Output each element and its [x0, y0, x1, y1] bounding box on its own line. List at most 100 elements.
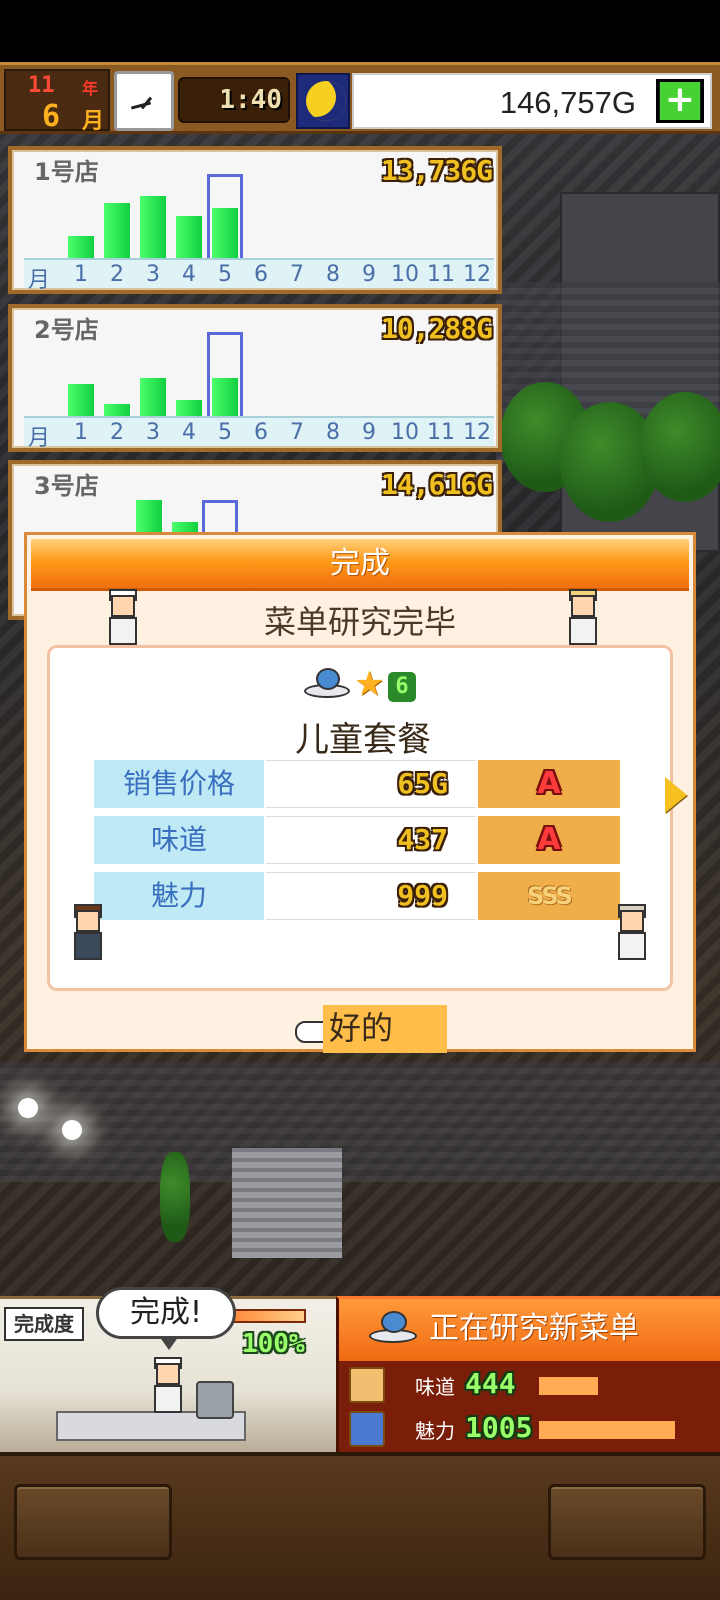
- month-axis-label: 月: [28, 426, 51, 451]
- sales-bar: [140, 196, 166, 258]
- stat-value: 999: [266, 872, 476, 920]
- month-tick-label: 2: [110, 262, 124, 287]
- tree: [640, 392, 720, 502]
- month-unit: 月: [82, 109, 105, 134]
- stat-grade: A: [478, 816, 620, 864]
- character-head: [76, 910, 100, 932]
- monthly-sales-chart: [24, 158, 494, 286]
- store-name: 3号店: [34, 472, 99, 500]
- left-menu-button[interactable]: [14, 1484, 172, 1560]
- clock-icon: [114, 71, 174, 131]
- month-tick-label: 6: [254, 420, 268, 445]
- month-tick-label: 8: [326, 420, 340, 445]
- kitchen-scene: 完成度 100% 完成!: [0, 1287, 336, 1452]
- store-sales-panel[interactable]: 1号店 13,736G 月 1 2 3 4 5 6 7 8 9 10 11 12: [8, 146, 502, 294]
- month-tick-label: 5: [218, 262, 232, 287]
- month-tick-label: 12: [463, 420, 491, 445]
- dish-rank-row: ★ 6: [50, 664, 676, 708]
- stat-label: 魅力: [94, 872, 264, 920]
- customer-character: [610, 904, 654, 962]
- shop-shutter: [232, 1148, 342, 1258]
- research-stat-bar: [539, 1377, 598, 1395]
- dish-icon: [302, 666, 352, 702]
- character-head: [156, 1363, 180, 1385]
- taste-icon: [349, 1367, 385, 1403]
- add-money-button[interactable]: +: [656, 79, 704, 123]
- month-tick-label: 3: [146, 420, 160, 445]
- progress-percent: 100%: [242, 1329, 305, 1359]
- sales-bar: [68, 384, 94, 416]
- month-tick-label: 10: [391, 420, 419, 445]
- stat-grade: A: [478, 760, 620, 808]
- research-stat-taste: 味道 444: [339, 1363, 720, 1407]
- month-axis: 月 1 2 3 4 5 6 7 8 9 10 11 12: [24, 258, 494, 293]
- progress-label: 完成度: [4, 1307, 84, 1341]
- right-menu-button[interactable]: [548, 1484, 706, 1560]
- month-tick-label: 7: [290, 420, 304, 445]
- rooftop: [0, 1062, 720, 1182]
- character-body: [569, 617, 597, 645]
- month-axis: 月 1 2 3 4 5 6 7 8 9 10 11 12: [24, 416, 494, 451]
- chef-character: [561, 589, 605, 647]
- research-stat-charm: 魅力 1005: [339, 1407, 720, 1451]
- street-lamp: [62, 1120, 82, 1140]
- dish-icon: [367, 1309, 419, 1349]
- character-body: [154, 1385, 182, 1413]
- month-tick-label: 2: [110, 420, 124, 445]
- research-status-area: 完成度 100% 完成! 正在研究新菜单 味道 444 魅力 1005: [0, 1287, 720, 1452]
- time-of-day-indicator[interactable]: [296, 73, 350, 129]
- character-body: [74, 932, 102, 960]
- stat-value: 437: [266, 816, 476, 864]
- stat-row-price: 销售价格 65G A: [94, 760, 620, 810]
- month-tick-label: 9: [362, 262, 376, 287]
- dish-name: 儿童套餐: [295, 720, 431, 760]
- month-tick-label: 10: [391, 262, 419, 287]
- year-unit: 年: [82, 79, 99, 98]
- research-stat-value: 1005: [465, 1411, 533, 1444]
- character-head: [620, 910, 644, 932]
- sales-bar: [68, 236, 94, 258]
- sales-bar: [104, 203, 130, 258]
- month-tick-label: 1: [74, 262, 88, 287]
- stat-grade: SSS: [478, 872, 620, 920]
- month-tick-label: 4: [182, 262, 196, 287]
- star-icon: ★: [354, 664, 385, 704]
- sales-bar: [104, 404, 130, 416]
- date-display: 11 年 6 月: [4, 69, 110, 134]
- ok-button[interactable]: 好的: [323, 1005, 447, 1053]
- character-body: [618, 932, 646, 960]
- month-axis-label: 月: [28, 268, 51, 293]
- month-tick-label: 7: [290, 262, 304, 287]
- research-info-panel: 正在研究新菜单 味道 444 魅力 1005: [336, 1296, 720, 1452]
- next-arrow-button[interactable]: [665, 777, 687, 813]
- speech-bubble: 完成!: [96, 1287, 236, 1350]
- store-sales-panel[interactable]: 2号店 10,288G 月 1 2 3 4 5 6 7 8 9 10 11 12: [8, 304, 502, 452]
- star-level-badge: 6: [388, 672, 416, 702]
- research-stat-label: 魅力: [415, 1419, 455, 1443]
- sales-bar: [140, 378, 166, 416]
- month-tick-label: 4: [182, 420, 196, 445]
- monthly-sales-chart: [24, 316, 494, 444]
- month-tick-label: 8: [326, 262, 340, 287]
- month-tick-label: 3: [146, 262, 160, 287]
- month-tick-label: 5: [218, 420, 232, 445]
- money-value: 146,757G: [499, 85, 636, 120]
- month-value: 6: [42, 99, 61, 134]
- charm-icon: [349, 1411, 385, 1447]
- stat-row-taste: 味道 437 A: [94, 816, 620, 866]
- research-stat-label: 味道: [415, 1375, 455, 1399]
- moon-icon: [306, 81, 346, 121]
- time-display: 1:40: [178, 77, 290, 123]
- food-shape: [381, 1311, 407, 1333]
- year-value: 11: [28, 73, 55, 98]
- dialog-title: 完成: [31, 539, 689, 591]
- character-head: [571, 595, 595, 617]
- research-stat-bar: [539, 1421, 675, 1439]
- month-tick-label: 11: [427, 262, 455, 287]
- dish-result-card: ★ 6 儿童套餐 销售价格 65G A 味道 437 A 魅力 999 SSS: [47, 645, 673, 991]
- stat-label: 销售价格: [94, 760, 264, 808]
- stat-value: 65G: [266, 760, 476, 808]
- stat-row-charm: 魅力 999 SSS: [94, 872, 620, 922]
- pot-icon: [196, 1381, 234, 1419]
- month-tick-label: 6: [254, 262, 268, 287]
